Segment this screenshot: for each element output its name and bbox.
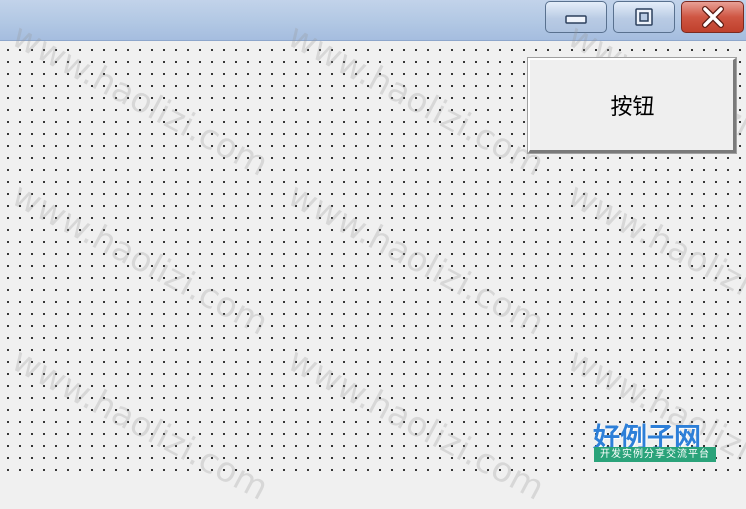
maximize-button[interactable] [613, 1, 675, 33]
minimize-icon [565, 15, 587, 24]
title-bar [0, 0, 746, 41]
form-button[interactable]: 按钮 [527, 57, 737, 154]
close-button[interactable] [681, 1, 744, 33]
close-icon [701, 6, 724, 28]
form-button-label: 按钮 [610, 95, 655, 120]
maximize-icon [635, 8, 653, 26]
minimize-button[interactable] [545, 1, 607, 33]
